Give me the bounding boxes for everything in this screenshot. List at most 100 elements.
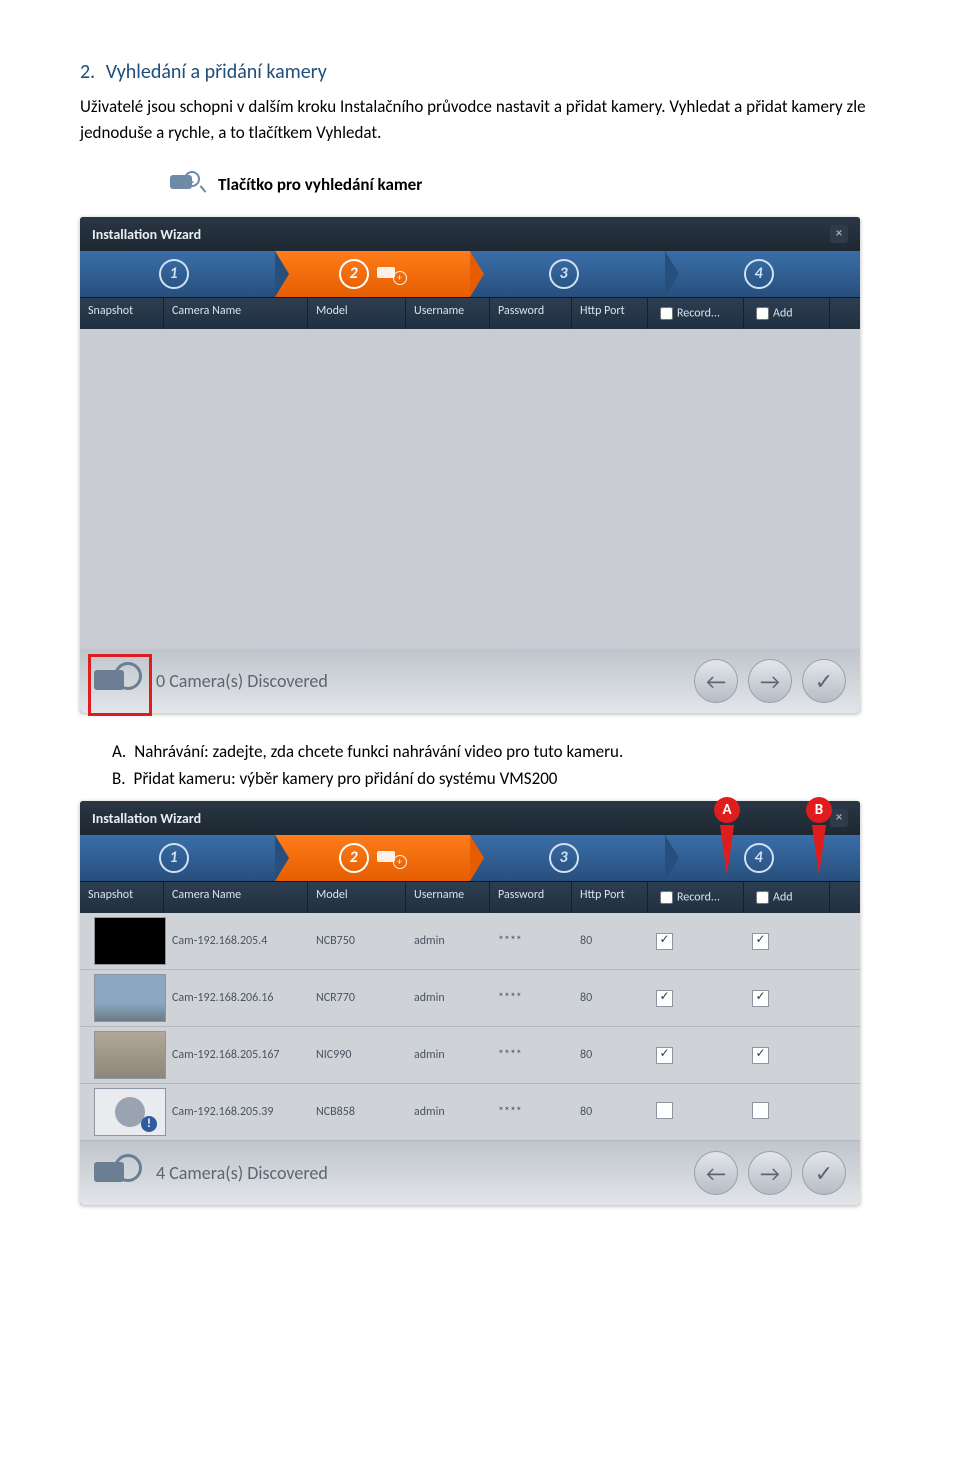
section-heading: 2. Vyhledání a přidání kamery bbox=[80, 60, 880, 84]
wizard-step-4[interactable]: 4 bbox=[665, 251, 860, 297]
wizard-steps: 1 2 + 3 4 bbox=[80, 251, 860, 297]
wizard-step-4[interactable]: 4 bbox=[665, 835, 860, 881]
cell-record[interactable] bbox=[648, 1043, 744, 1068]
cell-camera-name: Cam-192.168.206.16 bbox=[164, 987, 308, 1009]
sub-item-a: A. Nahrávání: zadejte, zda chcete funkci… bbox=[112, 741, 880, 762]
add-checkbox[interactable] bbox=[752, 933, 769, 950]
discovered-count-text: 4 Camera(s) Discovered bbox=[156, 1162, 694, 1184]
installation-wizard-window-1: Installation Wizard × 1 2 + 3 4 Snapshot… bbox=[80, 217, 860, 713]
cell-camera-name: Cam-192.168.205.4 bbox=[164, 930, 308, 952]
col-record[interactable]: Record... bbox=[648, 882, 744, 913]
add-checkbox[interactable] bbox=[752, 1047, 769, 1064]
wizard-footer: 0 Camera(s) Discovered ← → ✓ bbox=[80, 649, 860, 713]
add-checkbox[interactable] bbox=[752, 990, 769, 1007]
cell-http-port: 80 bbox=[572, 1044, 648, 1066]
cell-record[interactable] bbox=[648, 1098, 744, 1127]
snapshot-thumb bbox=[94, 974, 166, 1022]
cell-model: NCR770 bbox=[308, 987, 406, 1009]
col-model: Model bbox=[308, 882, 406, 913]
cell-add[interactable] bbox=[744, 1098, 830, 1127]
arrow-a bbox=[720, 825, 734, 875]
snapshot-thumb bbox=[94, 1088, 166, 1136]
cell-record[interactable] bbox=[648, 929, 744, 954]
col-username: Username bbox=[406, 882, 490, 913]
table-row[interactable]: Cam-192.168.205.4NCB750admin****80 bbox=[80, 913, 860, 970]
camera-discover-icon[interactable] bbox=[94, 1152, 144, 1194]
cell-username: admin bbox=[406, 987, 490, 1009]
table-row[interactable]: Cam-192.168.206.16NCR770admin****80 bbox=[80, 970, 860, 1027]
marker-a: A bbox=[714, 797, 740, 823]
wizard-title-text: Installation Wizard bbox=[92, 810, 201, 827]
camera-discover-icon[interactable] bbox=[94, 660, 144, 702]
col-camera-name: Camera Name bbox=[164, 298, 308, 329]
add-all-checkbox[interactable] bbox=[756, 307, 769, 320]
close-icon[interactable]: × bbox=[830, 225, 848, 243]
add-checkbox[interactable] bbox=[752, 1102, 769, 1119]
col-add[interactable]: Add bbox=[744, 882, 830, 913]
col-username: Username bbox=[406, 298, 490, 329]
sub-a-letter: A. bbox=[112, 741, 126, 762]
camera-search-icon bbox=[170, 169, 204, 199]
camera-add-icon: + bbox=[377, 847, 407, 869]
col-add[interactable]: Add bbox=[744, 298, 830, 329]
record-checkbox[interactable] bbox=[656, 933, 673, 950]
cell-password: **** bbox=[490, 1044, 572, 1066]
cell-http-port: 80 bbox=[572, 930, 648, 952]
record-checkbox[interactable] bbox=[656, 1102, 673, 1119]
cell-add[interactable] bbox=[744, 929, 830, 954]
back-button[interactable]: ← bbox=[694, 659, 738, 703]
snapshot-thumb bbox=[94, 917, 166, 965]
col-password: Password bbox=[490, 298, 572, 329]
wizard-step-3[interactable]: 3 bbox=[470, 835, 665, 881]
cell-username: admin bbox=[406, 930, 490, 952]
cell-username: admin bbox=[406, 1101, 490, 1123]
cell-record[interactable] bbox=[648, 986, 744, 1011]
record-all-checkbox[interactable] bbox=[660, 891, 673, 904]
cell-add[interactable] bbox=[744, 1043, 830, 1068]
snapshot-thumb bbox=[94, 1031, 166, 1079]
wizard-step-3[interactable]: 3 bbox=[470, 251, 665, 297]
cell-password: **** bbox=[490, 930, 572, 952]
finish-button[interactable]: ✓ bbox=[802, 659, 846, 703]
record-checkbox[interactable] bbox=[656, 990, 673, 1007]
wizard-step-1[interactable]: 1 bbox=[80, 251, 275, 297]
next-button[interactable]: → bbox=[748, 659, 792, 703]
sub-b-text: Přidat kameru: výběr kamery pro přidání … bbox=[134, 768, 558, 789]
next-button[interactable]: → bbox=[748, 1151, 792, 1195]
back-button[interactable]: ← bbox=[694, 1151, 738, 1195]
finish-button[interactable]: ✓ bbox=[802, 1151, 846, 1195]
camera-table-header: Snapshot Camera Name Model Username Pass… bbox=[80, 297, 860, 329]
camera-table-body: Cam-192.168.205.4NCB750admin****80Cam-19… bbox=[80, 913, 860, 1141]
cell-http-port: 80 bbox=[572, 1101, 648, 1123]
wizard-titlebar: Installation Wizard × bbox=[80, 801, 860, 835]
wizard-titlebar: Installation Wizard × bbox=[80, 217, 860, 251]
cell-username: admin bbox=[406, 1044, 490, 1066]
col-http-port: Http Port bbox=[572, 882, 648, 913]
table-row[interactable]: Cam-192.168.205.167NIC990admin****80 bbox=[80, 1027, 860, 1084]
col-snapshot: Snapshot bbox=[80, 298, 164, 329]
table-row[interactable]: Cam-192.168.205.39NCB858admin****80 bbox=[80, 1084, 860, 1141]
col-model: Model bbox=[308, 298, 406, 329]
camera-table-body-empty bbox=[80, 329, 860, 649]
heading-text: Vyhledání a přidání kamery bbox=[106, 60, 327, 84]
cell-password: **** bbox=[490, 1101, 572, 1123]
cell-model: NCB858 bbox=[308, 1101, 406, 1123]
wizard-step-2[interactable]: 2 + bbox=[275, 251, 470, 297]
marker-b: B bbox=[806, 797, 832, 823]
wizard-nav-buttons: ← → ✓ bbox=[694, 1151, 846, 1195]
close-icon[interactable]: × bbox=[830, 809, 848, 827]
discovered-count-text: 0 Camera(s) Discovered bbox=[156, 670, 694, 692]
cell-add[interactable] bbox=[744, 986, 830, 1011]
wizard-step-1[interactable]: 1 bbox=[80, 835, 275, 881]
add-all-checkbox[interactable] bbox=[756, 891, 769, 904]
record-checkbox[interactable] bbox=[656, 1047, 673, 1064]
cell-camera-name: Cam-192.168.205.39 bbox=[164, 1101, 308, 1123]
wizard-step-2[interactable]: 2 + bbox=[275, 835, 470, 881]
heading-number: 2. bbox=[80, 60, 95, 84]
col-record[interactable]: Record... bbox=[648, 298, 744, 329]
cell-http-port: 80 bbox=[572, 987, 648, 1009]
cell-model: NIC990 bbox=[308, 1044, 406, 1066]
record-all-checkbox[interactable] bbox=[660, 307, 673, 320]
sub-item-b: B. Přidat kameru: výběr kamery pro přidá… bbox=[112, 768, 880, 789]
wizard-steps: 1 2 + 3 4 bbox=[80, 835, 860, 881]
